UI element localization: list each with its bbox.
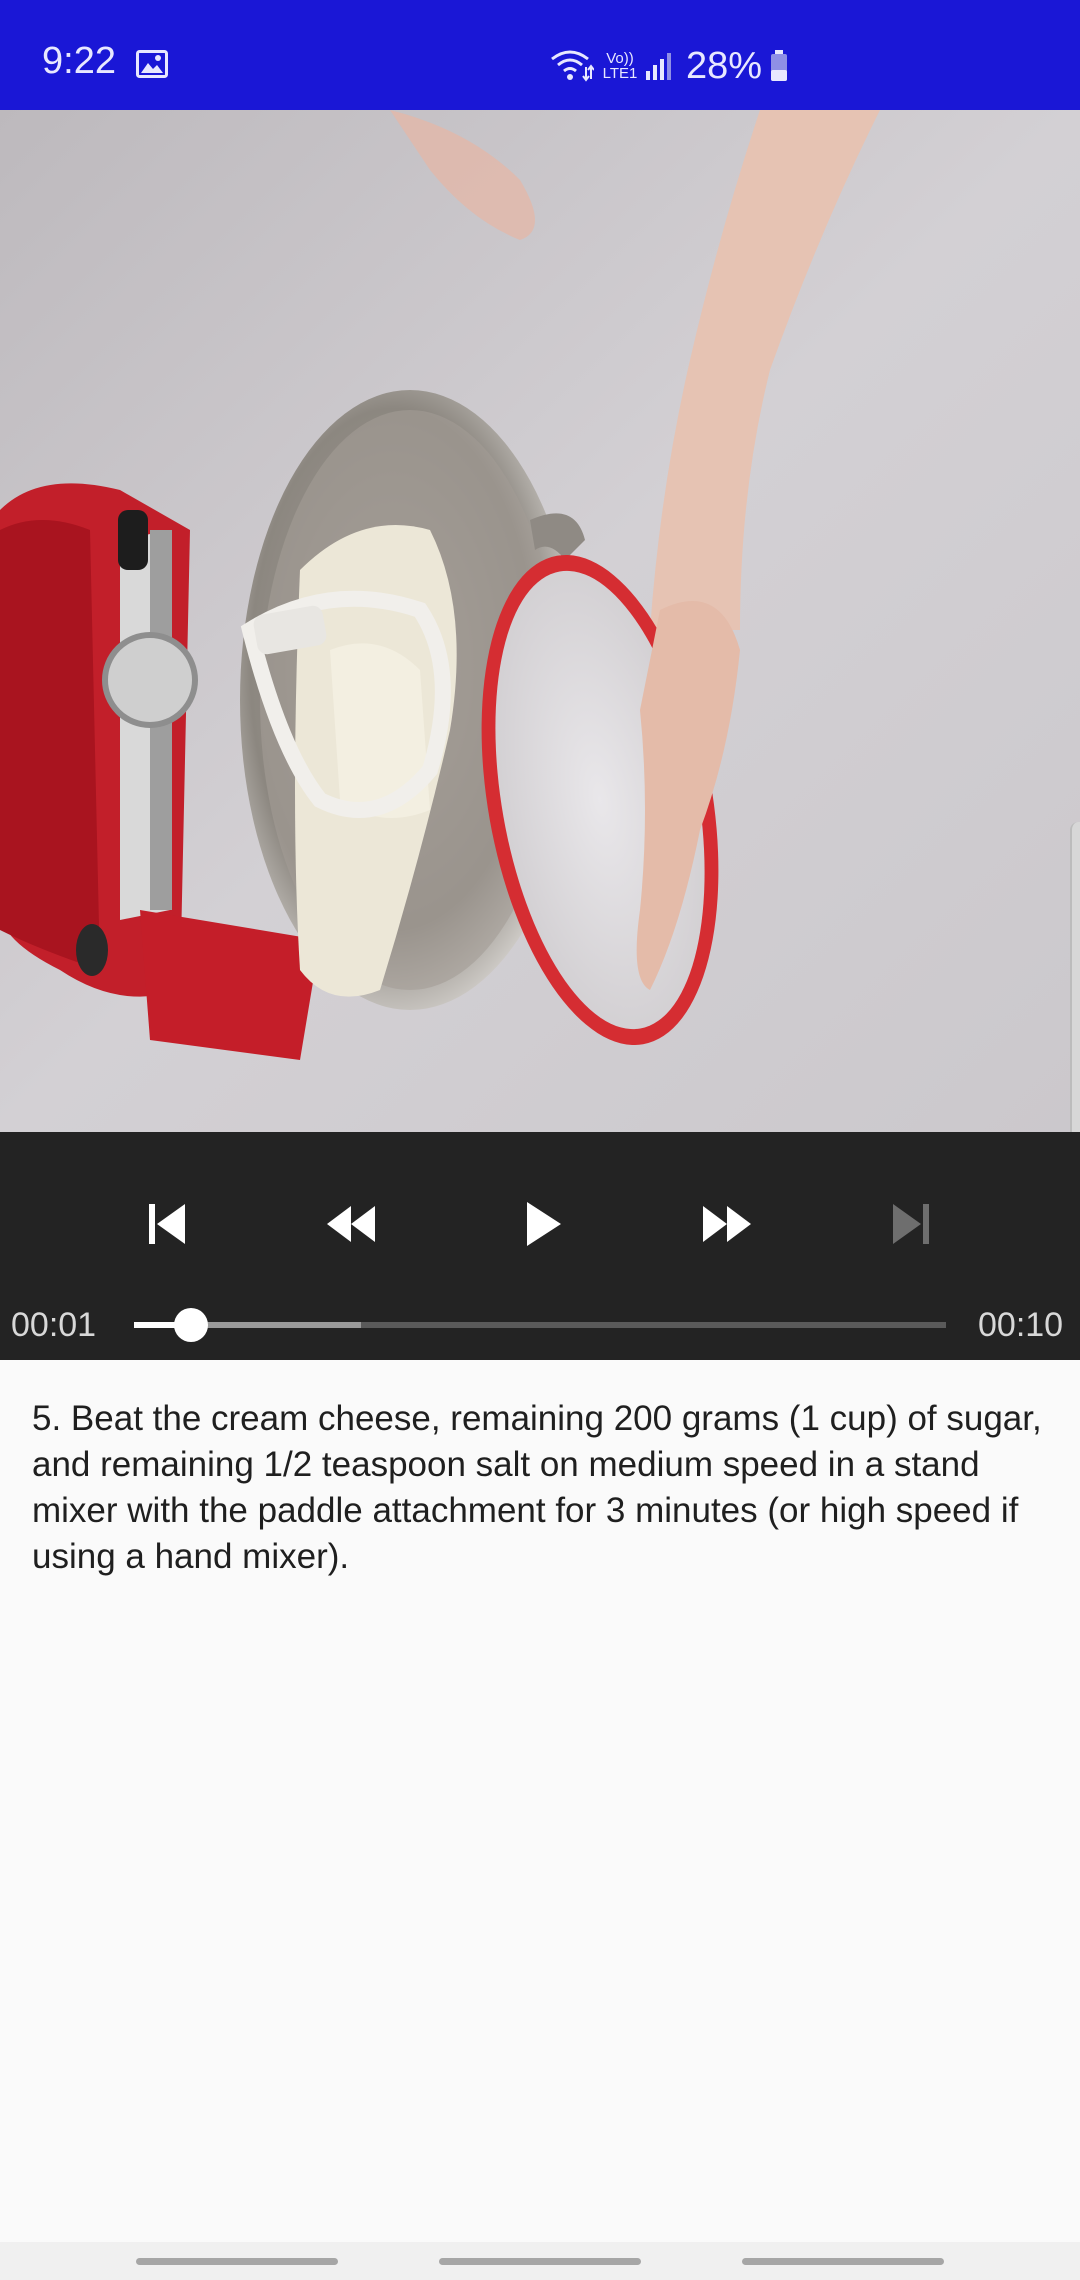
video-player[interactable] [0, 110, 1080, 1132]
status-time: 9:22 [42, 40, 116, 82]
navigation-bar [0, 2242, 1080, 2280]
volte-label: Vo)) [606, 50, 634, 67]
skip-next-icon [893, 1204, 929, 1244]
fast-forward-icon [703, 1206, 751, 1242]
wifi-icon [551, 50, 594, 82]
skip-previous-icon [149, 1204, 185, 1244]
gallery-icon [136, 50, 168, 78]
status-bar: 9:22 Vo)) LTE1 28% [0, 0, 1080, 110]
play-icon [527, 1202, 561, 1246]
back-handle[interactable] [742, 2258, 944, 2265]
skip-next-button [875, 1188, 947, 1260]
edge-panel-handle[interactable] [1070, 822, 1080, 1132]
battery-icon [771, 50, 788, 81]
home-handle[interactable] [439, 2258, 641, 2265]
lte-label: LTE1 [602, 65, 638, 82]
fast-forward-button[interactable] [691, 1188, 763, 1260]
seek-bar[interactable] [134, 1308, 946, 1342]
signal-icon [646, 53, 671, 80]
step-description: 5. Beat the cream cheese, remaining 200 … [32, 1399, 1042, 1576]
volte-icon: Vo)) LTE1 [598, 51, 642, 81]
skip-previous-button[interactable] [131, 1188, 203, 1260]
rewind-button[interactable] [315, 1188, 387, 1260]
battery-percent: 28% [686, 45, 763, 87]
seek-thumb[interactable] [173, 1308, 208, 1342]
recents-handle[interactable] [136, 2258, 338, 2265]
status-indicators: Vo)) LTE1 28% [550, 46, 788, 86]
play-button[interactable] [505, 1188, 577, 1260]
total-time: 00:10 [978, 1306, 1064, 1344]
rewind-icon [327, 1206, 375, 1242]
current-time: 00:01 [11, 1306, 97, 1344]
video-frame [0, 110, 1080, 1132]
